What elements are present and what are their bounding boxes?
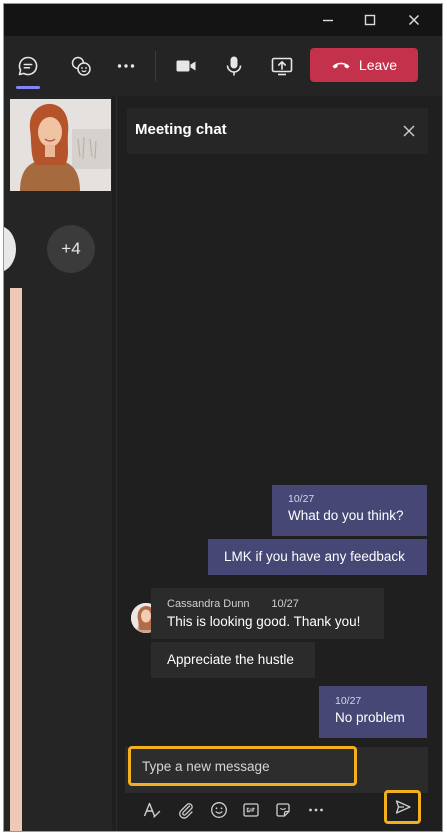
title-bar xyxy=(4,4,442,36)
chat-message-outgoing: 10/27 What do you think? xyxy=(272,485,427,536)
meeting-chat-panel: Meeting chat 10/27 What do you think? LM… xyxy=(116,96,442,831)
close-icon xyxy=(408,14,420,26)
message-timestamp: 10/27 xyxy=(271,598,299,610)
gif-button[interactable] xyxy=(239,798,263,822)
chat-icon xyxy=(18,56,38,76)
chat-message-incoming: Appreciate the hustle xyxy=(151,642,315,678)
message-text: What do you think? xyxy=(288,508,404,523)
maximize-icon xyxy=(364,14,376,26)
emoji-icon xyxy=(211,802,227,818)
chat-message-incoming: Cassandra Dunn 10/27 This is looking goo… xyxy=(151,588,384,639)
reactions-button[interactable] xyxy=(63,48,99,84)
format-icon xyxy=(143,802,161,818)
leave-button[interactable]: Leave xyxy=(310,48,418,82)
minimize-button[interactable] xyxy=(310,7,346,33)
more-participants-button[interactable]: +4 xyxy=(47,225,95,273)
message-text: No problem xyxy=(335,710,405,725)
message-input[interactable] xyxy=(128,746,357,786)
chat-message-outgoing: LMK if you have any feedback xyxy=(208,539,427,575)
gif-icon xyxy=(243,803,259,817)
attach-icon xyxy=(179,803,193,819)
leave-label: Leave xyxy=(358,57,398,73)
chat-message-outgoing: 10/27 No problem xyxy=(319,686,427,738)
close-icon xyxy=(403,125,415,137)
microphone-button[interactable] xyxy=(216,48,252,84)
hang-up-icon xyxy=(332,62,350,69)
call-toolbar: Leave xyxy=(4,36,442,96)
send-button[interactable] xyxy=(384,790,421,824)
minimize-icon xyxy=(323,19,333,22)
chat-title: Meeting chat xyxy=(135,121,227,138)
sender-name: Cassandra Dunn xyxy=(167,598,250,610)
teams-meeting-window: Leave +4 Meeting chat 10/27 What do you … xyxy=(3,3,443,832)
close-chat-button[interactable] xyxy=(394,116,424,146)
microphone-icon xyxy=(226,56,242,76)
more-options-icon xyxy=(117,64,135,68)
more-icon xyxy=(309,808,323,812)
toolbar-divider xyxy=(155,51,156,81)
chat-header: Meeting chat xyxy=(127,108,428,154)
camera-icon xyxy=(176,60,196,72)
send-icon xyxy=(395,800,411,814)
participant-avatar[interactable] xyxy=(4,226,16,272)
message-timestamp: 10/27 xyxy=(288,493,315,505)
sticker-icon xyxy=(276,803,290,817)
message-timestamp: 10/27 xyxy=(335,695,362,707)
attach-button[interactable] xyxy=(174,798,198,822)
more-compose-options-button[interactable] xyxy=(304,798,328,822)
participant-video[interactable] xyxy=(10,99,111,191)
share-screen-button[interactable] xyxy=(264,48,300,84)
reactions-icon xyxy=(71,56,91,76)
participant-photo xyxy=(10,99,111,191)
message-text: LMK if you have any feedback xyxy=(224,549,405,564)
message-text: This is looking good. Thank you! xyxy=(167,614,361,629)
meeting-stage: +4 xyxy=(4,96,112,831)
emoji-button[interactable] xyxy=(207,798,231,822)
sticker-button[interactable] xyxy=(271,798,295,822)
format-button[interactable] xyxy=(140,798,164,822)
more-options-button[interactable] xyxy=(108,48,144,84)
share-screen-icon xyxy=(271,57,293,76)
camera-button[interactable] xyxy=(168,48,204,84)
chat-button[interactable] xyxy=(10,48,46,89)
close-window-button[interactable] xyxy=(396,7,432,33)
message-text: Appreciate the hustle xyxy=(167,652,294,667)
shared-content-edge xyxy=(10,288,22,831)
maximize-button[interactable] xyxy=(352,7,388,33)
